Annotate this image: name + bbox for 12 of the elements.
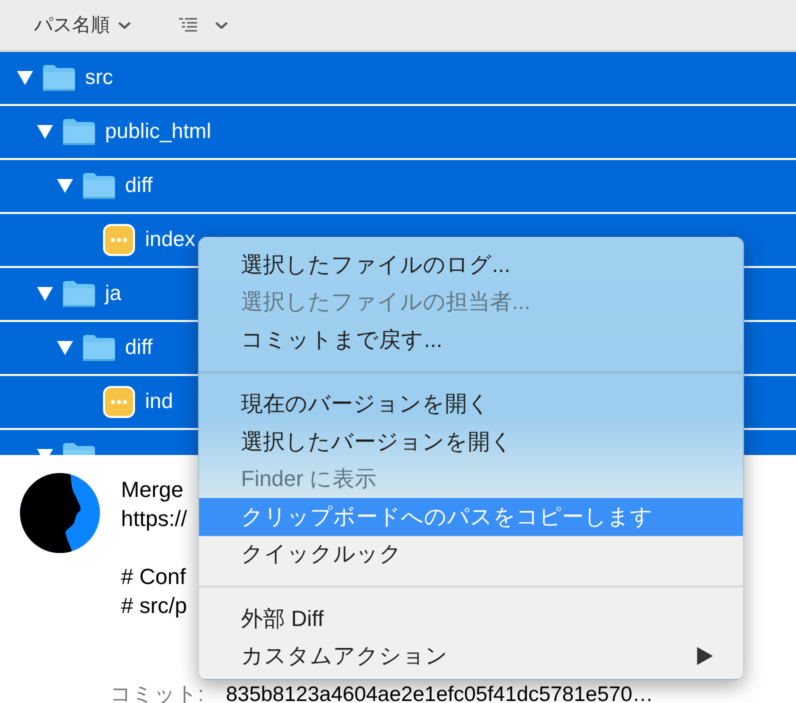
file-name: ind (145, 390, 174, 414)
file-name: diff (125, 336, 153, 360)
commit-message-line: # src/p (121, 592, 188, 620)
file-name: src (85, 66, 113, 90)
commit-message-line: https:// (121, 505, 188, 533)
commit-message-line: # Conf (121, 563, 187, 591)
file-name: diff (125, 174, 153, 198)
file-name: ja (105, 282, 122, 306)
commit-hash: 835b8123a4604ae2e1efc05f41dc5781e570… (226, 684, 654, 703)
commit-message-line: Merge (121, 476, 184, 504)
file-name: index (145, 228, 196, 252)
file-name: public_html (105, 120, 212, 144)
